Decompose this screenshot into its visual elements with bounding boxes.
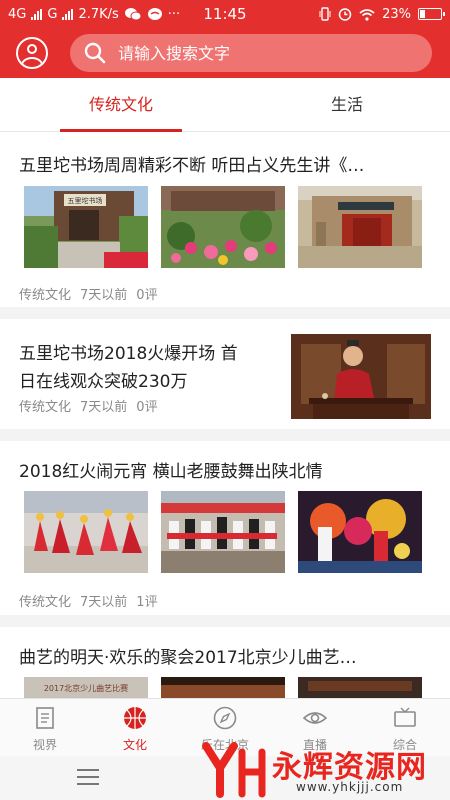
article-meta: 传统文化 7天以前 0评 bbox=[19, 284, 158, 303]
article-thumbnail bbox=[161, 491, 285, 573]
article-thumbnail bbox=[24, 491, 148, 573]
article-thumbnail bbox=[161, 186, 285, 268]
article-thumbnail bbox=[161, 677, 285, 698]
document-icon bbox=[36, 707, 54, 729]
article-time: 7天以前 bbox=[80, 595, 128, 610]
tv-icon bbox=[394, 707, 416, 727]
search-input[interactable] bbox=[118, 43, 398, 63]
article-comments: 1评 bbox=[136, 595, 158, 610]
article-category: 传统文化 bbox=[19, 400, 72, 415]
news-feed[interactable]: 五里坨书场周周精彩不断 听田占义先生讲《… 五里坨书场 传统文化 7天以前 0评… bbox=[0, 133, 450, 698]
message-icon bbox=[147, 8, 162, 20]
list-item[interactable]: 2018红火闹元宵 横山老腰鼓舞出陕北情 传统文化 7天以前 1评 bbox=[0, 441, 450, 615]
article-comments: 0评 bbox=[136, 288, 158, 303]
network-speed: 2.7K/s bbox=[78, 6, 119, 22]
tab-life[interactable]: 生活 bbox=[286, 78, 408, 132]
watermark: 永辉资源网 www.yhkjjj.com bbox=[200, 738, 440, 800]
divider bbox=[0, 307, 450, 319]
user-avatar-icon[interactable] bbox=[16, 37, 48, 69]
search-icon bbox=[84, 42, 106, 64]
battery-percent: 23% bbox=[382, 6, 411, 22]
search-bar[interactable] bbox=[70, 34, 432, 72]
app-header bbox=[0, 28, 450, 78]
vibrate-icon bbox=[319, 7, 331, 21]
article-category: 传统文化 bbox=[19, 595, 72, 610]
eye-icon bbox=[303, 712, 327, 724]
watermark-logo-icon bbox=[202, 742, 266, 798]
battery-icon bbox=[418, 8, 445, 20]
article-meta: 传统文化 7天以前 0评 bbox=[19, 396, 158, 415]
article-thumbnail bbox=[298, 491, 422, 573]
divider bbox=[0, 429, 450, 441]
article-thumbnail bbox=[298, 186, 422, 268]
article-comments: 0评 bbox=[136, 400, 158, 415]
thumb-banner-text: 2017北京少儿曲艺比赛 bbox=[44, 683, 128, 693]
signal-icon-2 bbox=[62, 8, 74, 20]
nav-item-vision[interactable]: 视界 bbox=[0, 699, 90, 757]
nav-label: 文化 bbox=[122, 738, 147, 752]
signal-icon bbox=[31, 8, 43, 20]
alarm-icon bbox=[338, 8, 352, 21]
compass-icon bbox=[213, 706, 237, 730]
category-tabs: 传统文化 生活 bbox=[0, 78, 450, 132]
article-meta: 传统文化 7天以前 1评 bbox=[19, 591, 158, 610]
article-thumbnail: 五里坨书场 bbox=[24, 186, 148, 268]
article-title: 2018红火闹元宵 横山老腰鼓舞出陕北情 bbox=[19, 462, 323, 482]
article-title: 曲艺的明天·欢乐的聚会2017北京少儿曲艺… bbox=[19, 648, 357, 668]
basketball-icon bbox=[124, 707, 146, 729]
nav-item-culture[interactable]: 文化 bbox=[90, 699, 180, 757]
thumb-sign-text: 五里坨书场 bbox=[68, 196, 103, 205]
divider bbox=[0, 615, 450, 627]
menu-icon[interactable] bbox=[77, 769, 99, 787]
carrier-label: G bbox=[47, 6, 58, 22]
article-thumbnail bbox=[291, 334, 431, 419]
article-category: 传统文化 bbox=[19, 288, 72, 303]
article-thumbnail: 2017北京少儿曲艺比赛 bbox=[24, 677, 148, 698]
nav-label: 视界 bbox=[32, 738, 57, 752]
watermark-url: www.yhkjjj.com bbox=[296, 780, 404, 794]
article-time: 7天以前 bbox=[80, 288, 128, 303]
article-title-line2: 日在线观众突破230万 bbox=[19, 372, 188, 392]
status-bar: 4G G 2.7K/s ··· 11:45 23% bbox=[0, 0, 450, 28]
tab-traditional-culture[interactable]: 传统文化 bbox=[60, 78, 182, 132]
list-item[interactable]: 五里坨书场周周精彩不断 听田占义先生讲《… 五里坨书场 传统文化 7天以前 0评 bbox=[0, 133, 450, 307]
article-title-line1: 五里坨书场2018火爆开场 首 bbox=[19, 344, 238, 364]
network-type: 4G bbox=[8, 6, 27, 22]
list-item[interactable]: 曲艺的明天·欢乐的聚会2017北京少儿曲艺… 2017北京少儿曲艺比赛 bbox=[0, 627, 450, 698]
article-thumbnail bbox=[298, 677, 422, 698]
wechat-icon bbox=[124, 8, 142, 21]
list-item[interactable]: 五里坨书场2018火爆开场 首 日在线观众突破230万 传统文化 7天以前 0评 bbox=[0, 319, 450, 429]
wifi-icon bbox=[359, 8, 375, 21]
article-title: 五里坨书场周周精彩不断 听田占义先生讲《… bbox=[19, 156, 365, 176]
more-dots-icon: ··· bbox=[167, 6, 181, 22]
article-time: 7天以前 bbox=[80, 400, 128, 415]
